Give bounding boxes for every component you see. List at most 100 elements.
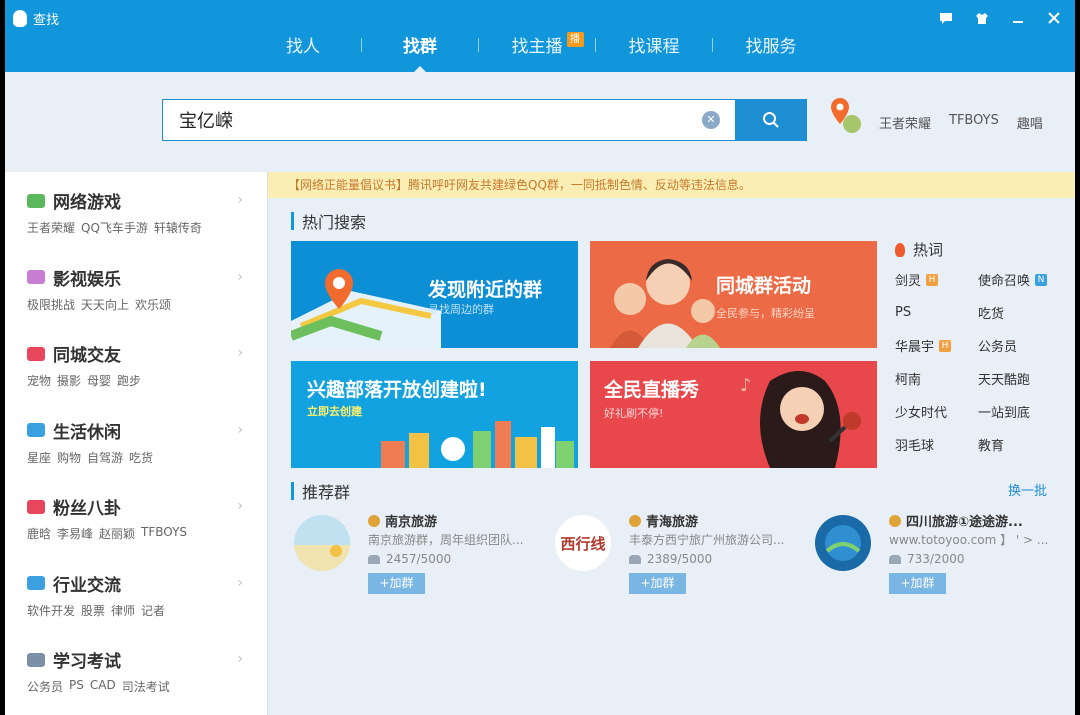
category-tag[interactable]: 软件开发 [27,602,75,619]
search-button[interactable] [735,99,807,141]
heart-icon [27,346,45,361]
category-tag[interactable]: 极限挑战 [27,296,75,313]
banner-subtitle: 好礼刷不停! [604,407,664,420]
group-name: 四川旅游①途途游... [889,511,1023,530]
minimize-icon [1013,21,1023,23]
group-member-count: 733/2000 [889,552,965,566]
category-tag[interactable]: 摄影 [57,372,81,389]
category-local-dating[interactable]: 同城交友 宠物 摄影 母婴 跑步 › [5,325,267,402]
category-lifestyle[interactable]: 生活休闲 星座 购物 自驾游 吃货 › [5,402,267,479]
category-tag[interactable]: 吃货 [129,449,153,466]
category-tag[interactable]: 鹿晗 [27,525,51,542]
hot-word[interactable]: 吃货 [978,303,1061,322]
hot-word[interactable]: 柯南 [895,369,978,388]
minimize-button[interactable] [1005,8,1031,28]
category-tag[interactable]: 购物 [57,449,81,466]
hot-word[interactable]: 剑灵 H [895,270,978,289]
tab-find-service[interactable]: 找服务 [713,28,829,61]
category-sidebar: 网络游戏 王者荣耀 QQ飞车手游 轩辕传奇 › 影视娱乐 极限挑战 天天向上 欢乐颂 ›… [5,172,268,715]
tab-find-people[interactable]: 找人 [245,28,361,61]
banner-live-show[interactable]: ♪ 全民直播秀 好礼刷不停! [590,361,877,468]
tab-find-streamer[interactable]: 找主播播 [479,28,595,61]
app-title: 查找 [13,9,59,28]
hot-word[interactable]: 羽毛球 [895,435,978,454]
tab-find-course[interactable]: 找课程 [596,28,712,61]
skin-button[interactable] [969,8,995,28]
quick-link[interactable]: TFBOYS [949,113,999,132]
banner-nearby-groups[interactable]: 发现附近的群 寻找周边的群 [291,241,578,348]
category-tag[interactable]: QQ飞车手游 [81,219,148,236]
category-tag[interactable]: 自驾游 [87,449,123,466]
app-title-label: 查找 [33,13,60,28]
category-title: 粉丝八卦 [53,499,121,519]
category-study-exam[interactable]: 学习考试 公务员 PS CAD 司法考试 › [5,631,267,708]
game-icon [27,193,45,208]
tab-find-group[interactable]: 找群 [362,28,478,73]
category-tag[interactable]: 轩辕传奇 [154,219,202,236]
category-tag[interactable]: 律师 [111,602,135,619]
chevron-right-icon: › [237,345,243,361]
group-card[interactable]: 四川旅游①途途游... www.totoyoo.com 】 ' > ... 73… [815,509,1073,599]
film-icon [27,270,45,284]
hot-word[interactable]: 天天酷跑 [978,369,1061,388]
hot-word[interactable]: 使命召唤 N [978,270,1061,289]
search-icon [763,112,779,128]
hot-word[interactable]: 少女时代 [895,402,978,421]
category-online-games[interactable]: 网络游戏 王者荣耀 QQ飞车手游 轩辕传奇 › [5,172,267,249]
banner-title: 全民直播秀 [604,379,700,401]
banner-local-events[interactable]: 同城群活动 全民参与，精彩纷呈 [590,241,877,348]
join-group-button[interactable]: +加群 [629,573,686,594]
hot-word[interactable]: 一站到底 [978,402,1061,421]
hot-word[interactable]: PS [895,303,978,322]
group-description: 南京旅游群，周年组织团队... [368,533,524,547]
window-controls [933,8,1067,28]
category-tag[interactable]: 赵丽颖 [99,525,135,542]
group-member-count: 2457/5000 [368,552,451,566]
category-tag[interactable]: PS [69,678,84,695]
category-tag[interactable]: 星座 [27,449,51,466]
category-title: 影视娱乐 [53,269,121,290]
group-avatar [294,515,350,571]
quick-links: 王者荣耀 TFBOYS 趣唱 [879,113,1043,132]
clear-search-button[interactable]: ✕ [702,111,720,129]
hot-word[interactable]: 公务员 [978,336,1061,355]
join-group-button[interactable]: +加群 [889,573,946,594]
feedback-button[interactable] [933,8,959,28]
refresh-groups-link[interactable]: 换一批 [1008,480,1047,499]
lips-icon [27,499,45,514]
section-bar [291,482,294,500]
members-icon [889,554,901,564]
notice-banner[interactable]: 【网络正能量倡议书】腾讯呼吁网友共建绿色QQ群，一同抵制色情、反动等违法信息。 [268,172,1075,198]
group-card[interactable]: 西行线 青海旅游 丰泰方西宁旅广州旅游公司... 2389/5000 +加群 [555,509,813,599]
close-button[interactable] [1041,8,1067,28]
quick-link[interactable]: 趣唱 [1017,113,1043,132]
category-tag[interactable]: 宠物 [27,372,51,389]
hot-word[interactable]: 教育 [978,435,1061,454]
category-tag[interactable]: 欢乐颂 [135,296,171,313]
category-tag[interactable]: 跑步 [117,372,141,389]
category-tag[interactable]: 公务员 [27,678,63,695]
category-tag[interactable]: 司法考试 [122,678,170,695]
category-tag[interactable]: CAD [90,678,116,695]
hot-word[interactable]: 华晨宇 H [895,336,978,355]
category-entertainment[interactable]: 影视娱乐 极限挑战 天天向上 欢乐颂 › [5,249,267,326]
location-pin-icon[interactable] [827,96,863,136]
category-tag[interactable]: 李易峰 [57,525,93,542]
category-industry[interactable]: 行业交流 软件开发 股票 律师 记者 › [5,555,267,632]
group-card[interactable]: 南京旅游 南京旅游群，周年组织团队... 2457/5000 +加群 [294,509,552,599]
category-tag[interactable]: 记者 [141,602,165,619]
streamer-badge-icon: 播 [566,32,584,47]
banner-interest-tribe[interactable]: 兴趣部落开放创建啦! 立即去创建 [291,361,578,468]
category-tag[interactable]: 母婴 [87,372,111,389]
category-tag[interactable]: TFBOYS [141,525,187,542]
group-description: www.totoyoo.com 】 ' > ... [889,533,1049,547]
category-tag[interactable]: 天天向上 [81,296,129,313]
quick-link[interactable]: 王者荣耀 [879,113,931,132]
join-group-button[interactable]: +加群 [368,573,425,594]
search-input[interactable] [162,99,735,141]
category-tag[interactable]: 股票 [81,602,105,619]
category-fan-gossip[interactable]: 粉丝八卦 鹿晗 李易峰 赵丽颖 TFBOYS › [5,478,267,555]
person-icon [27,576,45,590]
category-tag[interactable]: 王者荣耀 [27,219,75,236]
chat-bubble-icon [940,12,952,24]
